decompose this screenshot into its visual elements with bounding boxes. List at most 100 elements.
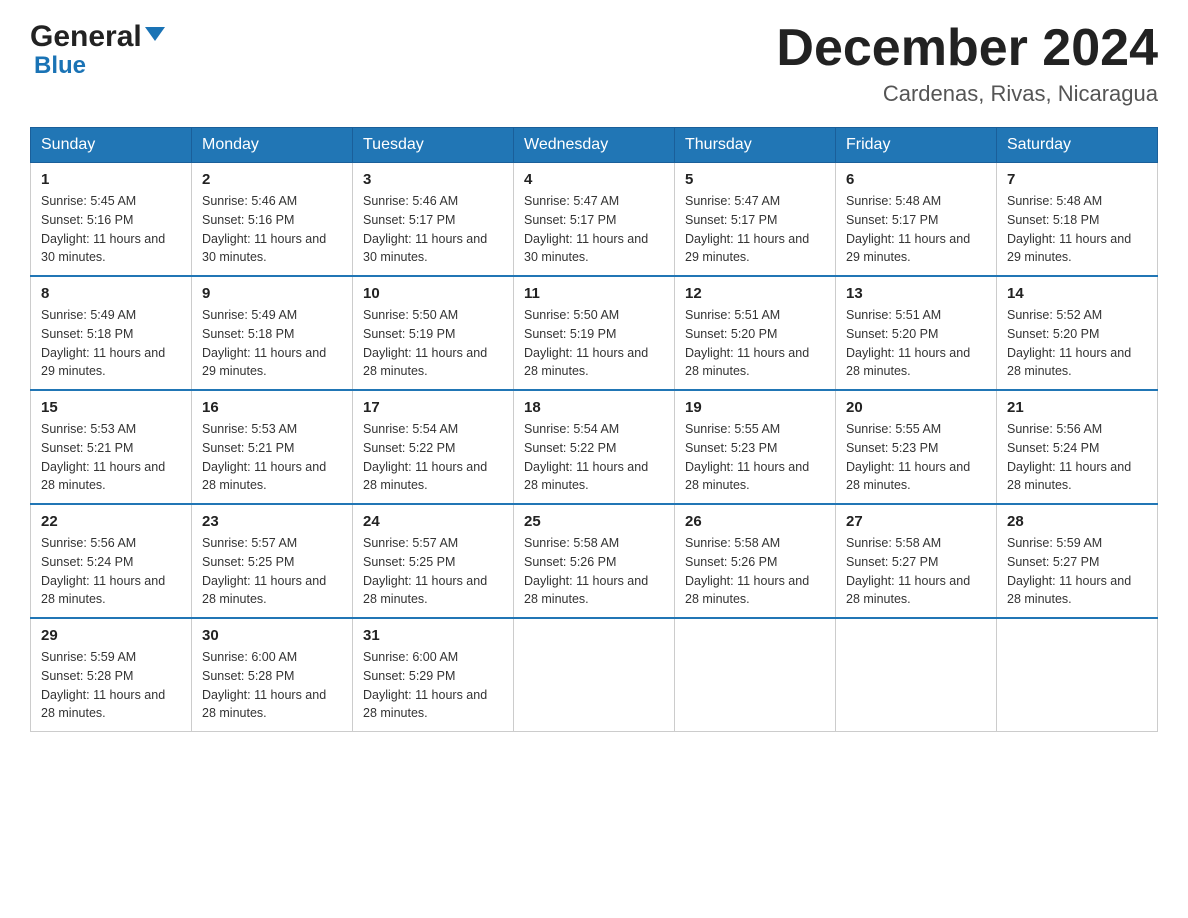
calendar-cell: 22 Sunrise: 5:56 AMSunset: 5:24 PMDayligh… [31,504,192,618]
calendar-cell: 5 Sunrise: 5:47 AMSunset: 5:17 PMDaylight… [675,163,836,277]
day-info: Sunrise: 5:52 AMSunset: 5:20 PMDaylight:… [1007,306,1147,381]
title-area: December 2024 Cardenas, Rivas, Nicaragua [776,20,1158,107]
header-row: SundayMondayTuesdayWednesdayThursdayFrid… [31,128,1158,163]
week-row-5: 29 Sunrise: 5:59 AMSunset: 5:28 PMDayligh… [31,618,1158,732]
day-info: Sunrise: 5:50 AMSunset: 5:19 PMDaylight:… [524,306,664,381]
calendar-cell: 26Sunrise: 5:58 AMSunset: 5:26 PMDayligh… [675,504,836,618]
day-number: 23 [202,513,342,530]
day-info: Sunrise: 5:51 AMSunset: 5:20 PMDaylight:… [685,306,825,381]
day-info: Sunrise: 5:53 AMSunset: 5:21 PMDaylight:… [41,420,181,495]
day-number: 14 [1007,285,1147,302]
day-number: 20 [846,399,986,416]
day-info: Sunrise: 5:50 AMSunset: 5:19 PMDaylight:… [363,306,503,381]
day-number: 17 [363,399,503,416]
week-row-3: 15Sunrise: 5:53 AMSunset: 5:21 PMDayligh… [31,390,1158,504]
day-number: 1 [41,171,181,188]
calendar-cell: 6 Sunrise: 5:48 AMSunset: 5:17 PMDaylight… [836,163,997,277]
day-info: Sunrise: 5:49 AMSunset: 5:18 PMDaylight:… [202,306,342,381]
calendar-cell: 29 Sunrise: 5:59 AMSunset: 5:28 PMDayligh… [31,618,192,732]
calendar-cell: 1Sunrise: 5:45 AMSunset: 5:16 PMDaylight… [31,163,192,277]
calendar-cell [675,618,836,732]
day-info: Sunrise: 5:47 AMSunset: 5:17 PMDaylight:… [524,192,664,267]
day-number: 29 [41,627,181,644]
day-info: Sunrise: 5:47 AMSunset: 5:17 PMDaylight:… [685,192,825,267]
day-info: Sunrise: 5:56 AMSunset: 5:24 PMDaylight:… [41,534,181,609]
day-info: Sunrise: 5:46 AMSunset: 5:16 PMDaylight:… [202,192,342,267]
day-info: Sunrise: 5:51 AMSunset: 5:20 PMDaylight:… [846,306,986,381]
calendar-cell: 20 Sunrise: 5:55 AMSunset: 5:23 PMDayligh… [836,390,997,504]
day-info: Sunrise: 5:53 AMSunset: 5:21 PMDaylight:… [202,420,342,495]
calendar-cell: 30Sunrise: 6:00 AMSunset: 5:28 PMDayligh… [192,618,353,732]
day-number: 21 [1007,399,1147,416]
day-number: 31 [363,627,503,644]
day-info: Sunrise: 5:48 AMSunset: 5:18 PMDaylight:… [1007,192,1147,267]
logo-general-text: General [30,20,142,54]
col-header-sunday: Sunday [31,128,192,163]
week-row-4: 22 Sunrise: 5:56 AMSunset: 5:24 PMDayligh… [31,504,1158,618]
logo: General Blue [30,20,165,80]
calendar-cell: 17 Sunrise: 5:54 AMSunset: 5:22 PMDayligh… [353,390,514,504]
day-number: 5 [685,171,825,188]
day-info: Sunrise: 5:57 AMSunset: 5:25 PMDaylight:… [202,534,342,609]
day-number: 16 [202,399,342,416]
day-info: Sunrise: 5:54 AMSunset: 5:22 PMDaylight:… [524,420,664,495]
calendar-cell: 11 Sunrise: 5:50 AMSunset: 5:19 PMDayligh… [514,276,675,390]
calendar-cell: 27Sunrise: 5:58 AMSunset: 5:27 PMDayligh… [836,504,997,618]
day-number: 11 [524,285,664,302]
day-info: Sunrise: 5:58 AMSunset: 5:26 PMDaylight:… [685,534,825,609]
calendar-cell: 3 Sunrise: 5:46 AMSunset: 5:17 PMDaylight… [353,163,514,277]
day-number: 10 [363,285,503,302]
day-number: 9 [202,285,342,302]
day-number: 22 [41,513,181,530]
calendar-cell: 25 Sunrise: 5:58 AMSunset: 5:26 PMDayligh… [514,504,675,618]
col-header-thursday: Thursday [675,128,836,163]
month-title: December 2024 [776,20,1158,77]
calendar-cell: 21 Sunrise: 5:56 AMSunset: 5:24 PMDayligh… [997,390,1158,504]
logo-triangle-icon [145,23,165,48]
day-info: Sunrise: 5:46 AMSunset: 5:17 PMDaylight:… [363,192,503,267]
week-row-2: 8 Sunrise: 5:49 AMSunset: 5:18 PMDaylight… [31,276,1158,390]
day-number: 27 [846,513,986,530]
col-header-saturday: Saturday [997,128,1158,163]
col-header-wednesday: Wednesday [514,128,675,163]
location-title: Cardenas, Rivas, Nicaragua [776,81,1158,107]
calendar-cell: 19Sunrise: 5:55 AMSunset: 5:23 PMDayligh… [675,390,836,504]
calendar-cell: 10 Sunrise: 5:50 AMSunset: 5:19 PMDayligh… [353,276,514,390]
day-number: 4 [524,171,664,188]
col-header-monday: Monday [192,128,353,163]
calendar-cell: 7Sunrise: 5:48 AMSunset: 5:18 PMDaylight… [997,163,1158,277]
day-info: Sunrise: 5:49 AMSunset: 5:18 PMDaylight:… [41,306,181,381]
col-header-tuesday: Tuesday [353,128,514,163]
day-number: 24 [363,513,503,530]
calendar-cell [514,618,675,732]
calendar-cell: 23 Sunrise: 5:57 AMSunset: 5:25 PMDayligh… [192,504,353,618]
day-number: 2 [202,171,342,188]
day-number: 25 [524,513,664,530]
calendar-cell: 15Sunrise: 5:53 AMSunset: 5:21 PMDayligh… [31,390,192,504]
calendar-cell: 9 Sunrise: 5:49 AMSunset: 5:18 PMDaylight… [192,276,353,390]
day-number: 6 [846,171,986,188]
day-number: 8 [41,285,181,302]
calendar-cell [836,618,997,732]
day-number: 30 [202,627,342,644]
calendar-cell: 28Sunrise: 5:59 AMSunset: 5:27 PMDayligh… [997,504,1158,618]
logo-blue-text: Blue [34,52,86,80]
day-number: 18 [524,399,664,416]
calendar-cell: 2 Sunrise: 5:46 AMSunset: 5:16 PMDaylight… [192,163,353,277]
day-number: 13 [846,285,986,302]
calendar-cell [997,618,1158,732]
day-number: 19 [685,399,825,416]
day-info: Sunrise: 5:59 AMSunset: 5:28 PMDaylight:… [41,648,181,723]
day-info: Sunrise: 5:48 AMSunset: 5:17 PMDaylight:… [846,192,986,267]
day-info: Sunrise: 5:56 AMSunset: 5:24 PMDaylight:… [1007,420,1147,495]
day-info: Sunrise: 5:54 AMSunset: 5:22 PMDaylight:… [363,420,503,495]
calendar-cell: 24Sunrise: 5:57 AMSunset: 5:25 PMDayligh… [353,504,514,618]
day-info: Sunrise: 6:00 AMSunset: 5:29 PMDaylight:… [363,648,503,723]
header: General Blue December 2024 Cardenas, Riv… [30,20,1158,107]
calendar-cell: 4 Sunrise: 5:47 AMSunset: 5:17 PMDaylight… [514,163,675,277]
day-number: 28 [1007,513,1147,530]
day-info: Sunrise: 5:55 AMSunset: 5:23 PMDaylight:… [846,420,986,495]
day-number: 3 [363,171,503,188]
calendar-cell: 16 Sunrise: 5:53 AMSunset: 5:21 PMDayligh… [192,390,353,504]
day-info: Sunrise: 5:58 AMSunset: 5:26 PMDaylight:… [524,534,664,609]
